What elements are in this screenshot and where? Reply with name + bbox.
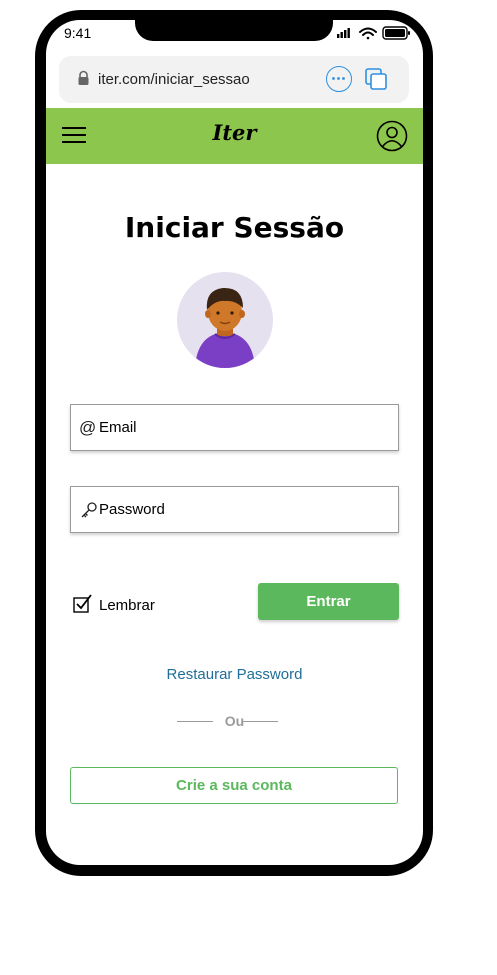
- enter-button[interactable]: Entrar: [258, 583, 399, 620]
- tabs-icon[interactable]: [364, 67, 389, 92]
- status-icons: [337, 26, 410, 40]
- page-title: Iniciar Sessão: [124, 211, 345, 244]
- checkbox-icon[interactable]: [73, 594, 93, 614]
- at-icon: @: [79, 418, 97, 437]
- brand-logo: Iter: [46, 120, 423, 145]
- or-label: Ou: [224, 713, 245, 729]
- avatar: [177, 272, 273, 368]
- create-account-button[interactable]: Crie a sua conta: [70, 767, 398, 804]
- profile-icon[interactable]: [376, 120, 408, 152]
- more-icon[interactable]: [326, 66, 352, 92]
- email-field[interactable]: @ Email: [70, 404, 399, 451]
- remember-label: Lembrar: [99, 597, 155, 614]
- notch: [135, 10, 333, 41]
- status-time: 9:41: [64, 25, 92, 41]
- brand-text: Iter: [212, 120, 257, 145]
- wifi-icon: [359, 27, 377, 40]
- signal-icon: [337, 28, 350, 38]
- key-icon: [81, 502, 97, 518]
- restore-password-link[interactable]: Restaurar Password: [46, 666, 423, 683]
- url-text[interactable]: iter.com/iniciar_sessao: [98, 71, 250, 88]
- restore-password-label[interactable]: Restaurar Password: [167, 666, 303, 683]
- password-field[interactable]: Password: [70, 486, 399, 533]
- lock-icon: [78, 70, 89, 85]
- email-label: Email: [99, 419, 137, 436]
- password-label: Password: [99, 501, 165, 518]
- battery-icon: [382, 26, 410, 40]
